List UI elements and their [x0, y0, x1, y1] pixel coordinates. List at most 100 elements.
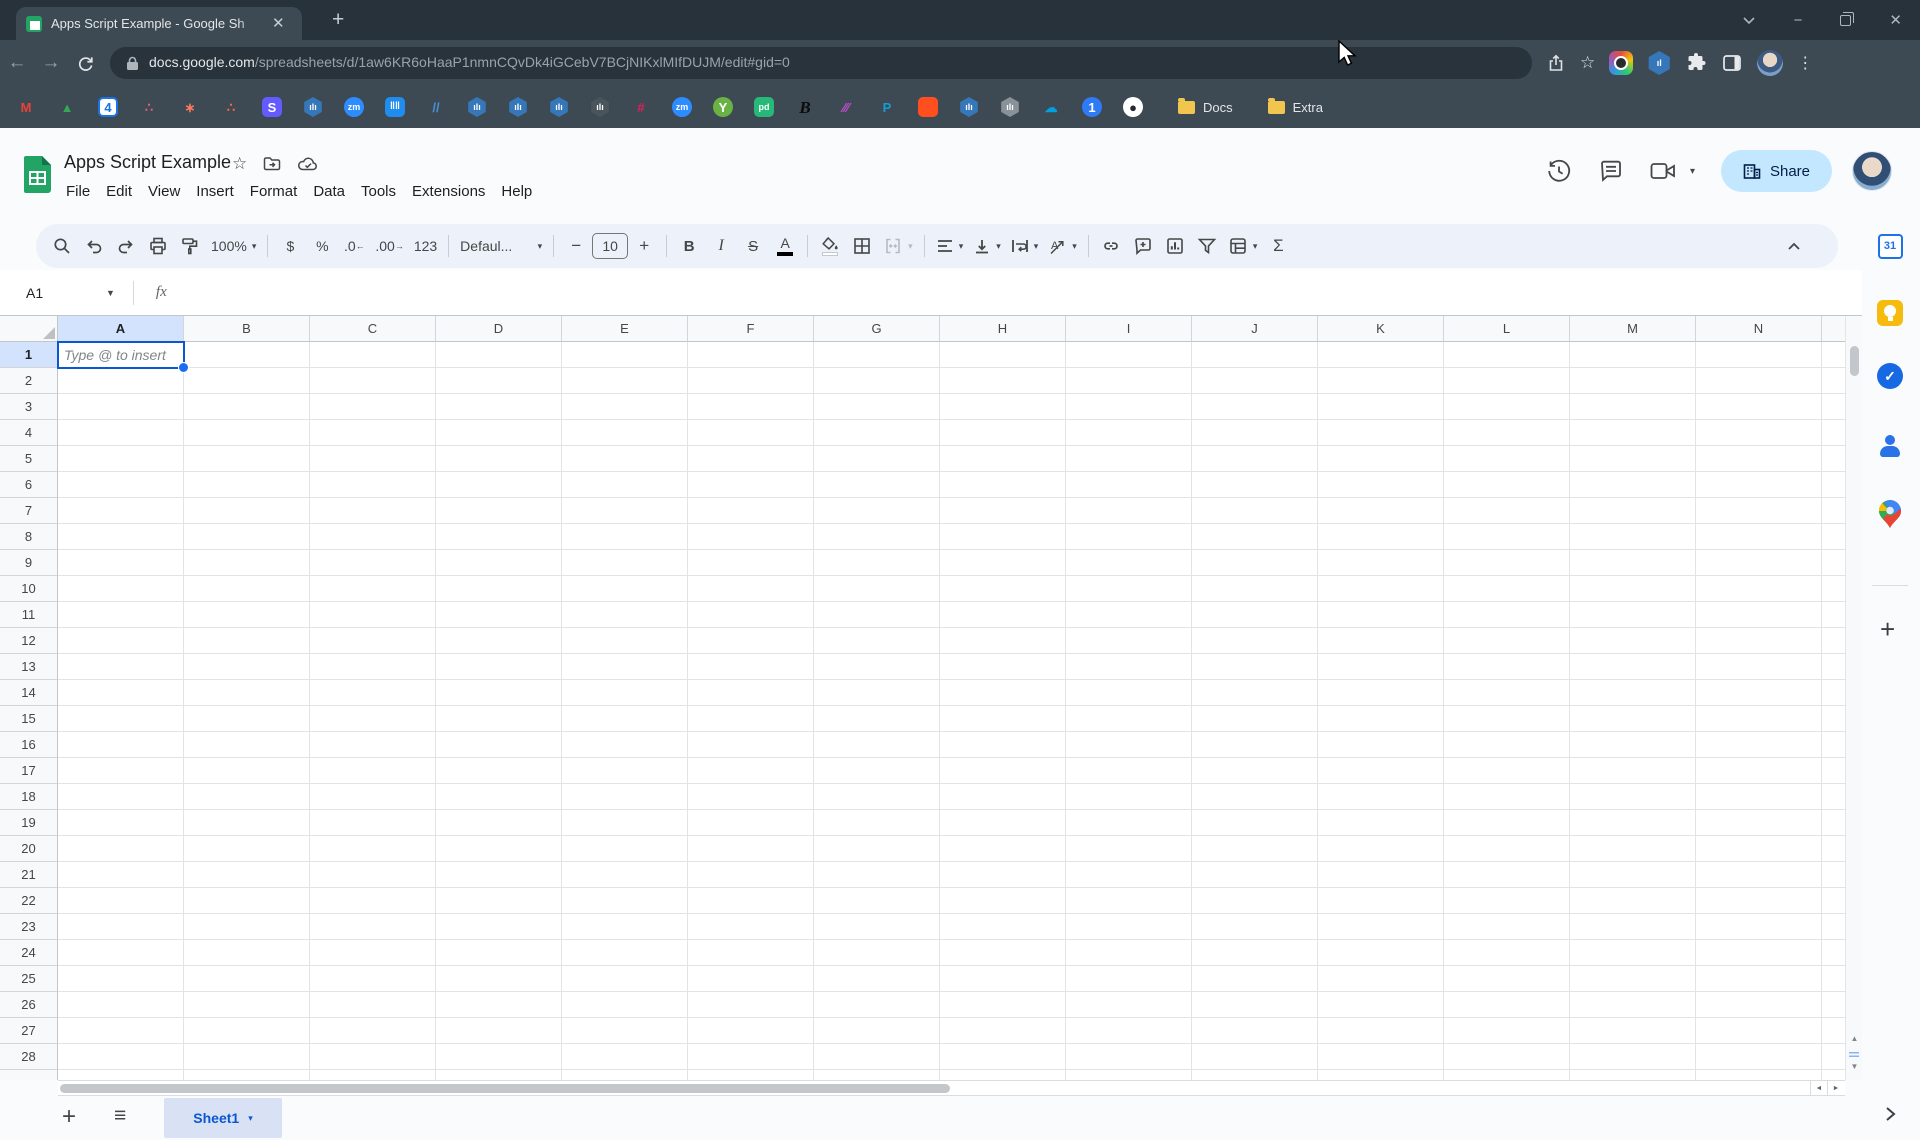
row-header-25[interactable]: 25 — [0, 966, 58, 992]
row-header-27[interactable]: 27 — [0, 1018, 58, 1044]
new-tab-button[interactable]: + — [332, 9, 344, 30]
drive-bookmark[interactable]: ▲ — [57, 97, 77, 117]
url-bar[interactable]: docs.google.com/spreadsheets/d/1aw6KR6oH… — [110, 47, 1532, 79]
row-header-1[interactable]: 1 — [0, 342, 58, 368]
show-side-panel-icon[interactable] — [1880, 1104, 1900, 1124]
zoom-control[interactable]: 100% ▾ — [206, 230, 261, 262]
row-header-18[interactable]: 18 — [0, 784, 58, 810]
forward-button[interactable]: → — [34, 52, 68, 74]
calendar-panel-icon[interactable]: 31 — [1876, 232, 1904, 260]
browser-profile-avatar[interactable] — [1757, 50, 1784, 76]
all-sheets-button[interactable]: ≡ — [114, 1104, 126, 1128]
menu-extensions[interactable]: Extensions — [404, 180, 493, 203]
undo-button[interactable] — [78, 230, 110, 262]
column-header-i[interactable]: I — [1066, 316, 1192, 342]
vertical-scrollbar[interactable]: ▲ ▼ — [1845, 316, 1862, 1080]
refresh-button[interactable] — [68, 54, 102, 73]
menu-format[interactable]: Format — [242, 180, 306, 203]
column-header-l[interactable]: L — [1444, 316, 1570, 342]
row-header-28[interactable]: 28 — [0, 1044, 58, 1070]
zoom-bookmark[interactable]: zm — [344, 97, 364, 117]
column-header-f[interactable]: F — [688, 316, 814, 342]
bookmark-star-icon[interactable]: ☆ — [1580, 53, 1595, 73]
analytics-hex-dark-bookmark[interactable]: ılı — [590, 97, 610, 117]
row-header-13[interactable]: 13 — [0, 654, 58, 680]
slack-bookmark[interactable]: # — [631, 97, 651, 117]
scroll-up-icon[interactable]: ▲ — [1846, 1034, 1863, 1043]
orange-dots-bookmark[interactable]: ∴ — [221, 97, 241, 117]
sheets-logo[interactable] — [24, 156, 51, 193]
extensions-puzzle-icon[interactable] — [1685, 52, 1707, 74]
insert-comment-button[interactable] — [1127, 230, 1159, 262]
increase-font-size-button[interactable]: + — [628, 230, 660, 262]
column-header-g[interactable]: G — [814, 316, 940, 342]
menu-file[interactable]: File — [58, 180, 98, 203]
row-header-26[interactable]: 26 — [0, 992, 58, 1018]
column-header-j[interactable]: J — [1192, 316, 1318, 342]
onepassword-bookmark[interactable]: 1 — [1082, 97, 1102, 117]
functions-button[interactable]: Σ — [1262, 230, 1294, 262]
horizontal-scrollbar[interactable]: ◄ ► — [58, 1080, 1845, 1096]
analytics-hex-bookmark-4[interactable]: ılı — [549, 97, 569, 117]
orange-square-bookmark[interactable] — [918, 97, 938, 117]
get-add-ons-button[interactable]: + — [1880, 614, 1895, 645]
name-box-dropdown-icon[interactable]: ▼ — [106, 288, 115, 298]
script-b-bookmark[interactable]: B — [795, 97, 815, 117]
row-header-12[interactable]: 12 — [0, 628, 58, 654]
intercom-bookmark[interactable]: ‖‖ — [385, 97, 405, 117]
text-color-button[interactable]: A — [769, 230, 801, 262]
side-panel-icon[interactable] — [1721, 52, 1743, 74]
row-header-5[interactable]: 5 — [0, 446, 58, 472]
more-formats-button[interactable]: 123 — [409, 230, 442, 262]
menu-data[interactable]: Data — [305, 180, 353, 203]
row-header-2[interactable]: 2 — [0, 368, 58, 394]
pandadoc-bookmark[interactable]: pd — [754, 97, 774, 117]
row-header-16[interactable]: 16 — [0, 732, 58, 758]
insert-link-button[interactable] — [1095, 230, 1127, 262]
contacts-panel-icon[interactable] — [1876, 432, 1904, 460]
row-header-22[interactable]: 22 — [0, 888, 58, 914]
menu-view[interactable]: View — [140, 180, 188, 203]
row-header-3[interactable]: 3 — [0, 394, 58, 420]
screen-recorder-extension-icon[interactable] — [1609, 51, 1634, 75]
analytics-hex-bookmark-2[interactable]: ılı — [467, 97, 487, 117]
asana-bookmark[interactable]: ∴ — [139, 97, 159, 117]
analytics-extension-icon[interactable]: ıl — [1648, 51, 1670, 75]
horizontal-scrollbar-thumb[interactable] — [60, 1084, 950, 1093]
add-sheet-button[interactable]: + — [62, 1103, 76, 1131]
browser-tab[interactable]: Apps Script Example - Google Sh ✕ — [16, 7, 302, 40]
table-views-button[interactable]: ▾ — [1223, 230, 1263, 262]
row-header-24[interactable]: 24 — [0, 940, 58, 966]
meet-dropdown-icon[interactable]: ▾ — [1690, 166, 1695, 177]
row-header-11[interactable]: 11 — [0, 602, 58, 628]
cloud-saved-icon[interactable] — [297, 154, 319, 174]
share-page-icon[interactable] — [1546, 53, 1566, 73]
row-header-4[interactable]: 4 — [0, 420, 58, 446]
scroll-down-icon[interactable]: ▼ — [1846, 1062, 1863, 1071]
print-button[interactable] — [142, 230, 174, 262]
column-header-partial[interactable] — [1822, 316, 1845, 342]
vertical-align-button[interactable]: ▾ — [968, 230, 1006, 262]
scroll-right-icon[interactable]: ► — [1827, 1081, 1844, 1095]
keep-panel-icon[interactable] — [1876, 299, 1904, 327]
borders-button[interactable] — [846, 230, 878, 262]
account-avatar[interactable] — [1852, 151, 1892, 191]
active-cell-a1[interactable]: Type @ to insert — [57, 341, 189, 373]
strikethrough-button[interactable]: S — [737, 230, 769, 262]
cells-area[interactable] — [58, 342, 1845, 1080]
restore-button[interactable] — [1840, 11, 1855, 26]
scroll-left-icon[interactable]: ◄ — [1810, 1081, 1827, 1095]
menu-help[interactable]: Help — [493, 180, 540, 203]
github-bookmark[interactable]: ● — [1123, 97, 1143, 117]
close-window-button[interactable]: ✕ — [1889, 11, 1902, 29]
row-header-20[interactable]: 20 — [0, 836, 58, 862]
column-header-m[interactable]: M — [1570, 316, 1696, 342]
tasks-panel-icon[interactable]: ✓ — [1876, 362, 1904, 390]
move-to-folder-icon[interactable] — [262, 154, 282, 174]
column-header-b[interactable]: B — [184, 316, 310, 342]
row-header-7[interactable]: 7 — [0, 498, 58, 524]
horizontal-align-button[interactable]: ▾ — [931, 230, 969, 262]
row-header-9[interactable]: 9 — [0, 550, 58, 576]
maps-panel-icon[interactable] — [1876, 500, 1904, 528]
row-header-19[interactable]: 19 — [0, 810, 58, 836]
